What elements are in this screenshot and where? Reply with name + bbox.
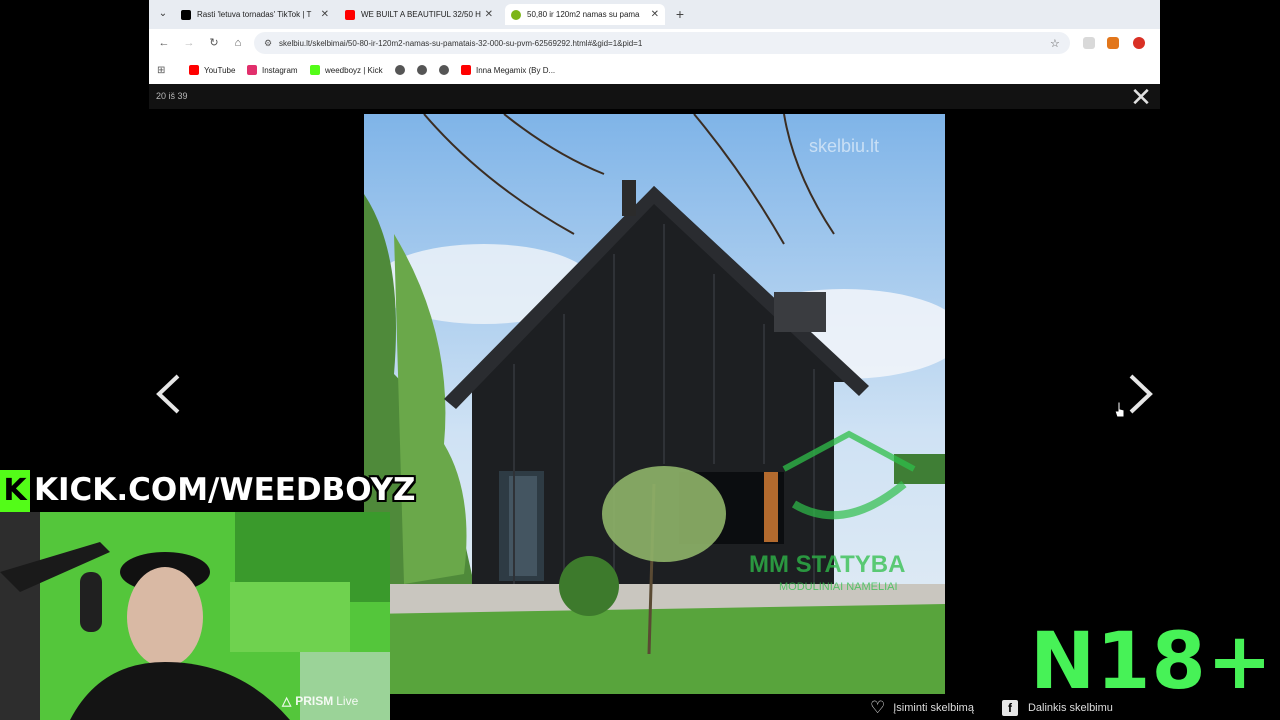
webcam-overlay [0, 512, 390, 720]
watermark-text: skelbiu.lt [809, 136, 879, 156]
gallery-photo: skelbiu.lt MM STATYBA MODULINIAI NAMELIA… [364, 114, 945, 694]
brand-watermark: MM STATYBA [749, 551, 905, 578]
kick-url: KICK.COM/WEEDBOYZ [34, 472, 416, 508]
bookmark-label: Instagram [262, 65, 298, 75]
globe-icon [395, 65, 405, 75]
facebook-icon: f [1001, 700, 1018, 716]
tab-youtube[interactable]: WE BUILT A BEAUTIFUL 32/50 H ✕ [339, 4, 499, 25]
tab-title: WE BUILT A BEAUTIFUL 32/50 H [361, 10, 481, 19]
image-counter: 20 iš 39 [156, 91, 188, 101]
close-tab-icon[interactable]: ✕ [321, 9, 329, 20]
instagram-icon [247, 65, 257, 75]
save-listing-label: Įsiminti skelbimą [893, 702, 974, 714]
next-arrow-icon[interactable] [1126, 372, 1156, 416]
globe-icon [439, 65, 449, 75]
bookmark-globe-1[interactable] [395, 64, 410, 76]
tab-tiktok[interactable]: Rasti 'letuva tornadas' TikTok | T ✕ [175, 4, 335, 25]
bookmark-star-icon[interactable]: ☆ [1050, 37, 1064, 50]
share-listing-label: Dalinkis skelbimu [1027, 702, 1113, 714]
bookmark-globe-3[interactable] [439, 64, 454, 76]
house-photo: skelbiu.lt MM STATYBA MODULINIAI NAMELIA… [364, 114, 945, 694]
globe-icon [417, 65, 427, 75]
tab-title: 50,80 ir 120m2 namas su pama [527, 10, 640, 19]
gallery-topbar: 20 iš 39 ✕ [149, 84, 1160, 110]
youtube-icon [189, 65, 199, 75]
kick-icon [310, 65, 320, 75]
home-icon[interactable]: ⌂ [230, 35, 246, 51]
prism-live: Live [336, 694, 359, 708]
bookmark-instagram[interactable]: Instagram [247, 64, 298, 76]
tab-title: Rasti 'letuva tornadas' TikTok | T [197, 10, 312, 19]
tiktok-icon [181, 9, 191, 20]
tab-strip: ⌄ Rasti 'letuva tornadas' TikTok | T ✕ W… [149, 0, 1160, 29]
prism-triangle-icon: △ [282, 694, 292, 708]
gallery-actions: ♡ Įsiminti skelbimą f Dalinkis skelbimu [870, 696, 1141, 720]
prism-brand: PRISM [295, 694, 334, 708]
back-icon[interactable]: ← [156, 35, 172, 51]
bookmark-inna[interactable]: Inna Megamix (By D... [461, 64, 555, 76]
apps-grid-icon[interactable]: ⊞ [157, 64, 165, 76]
address-bar[interactable]: ⚙ skelbiu.lt/skelbimai/50-80-ir-120m2-na… [254, 32, 1070, 54]
mouse-cursor-icon [1115, 402, 1125, 418]
reload-icon[interactable]: ↻ [206, 35, 222, 51]
share-listing-button[interactable]: f Dalinkis skelbimu [1001, 700, 1113, 716]
heart-icon: ♡ [870, 698, 886, 717]
bookmarks-bar: ⊞ YouTube Instagram weedboyz | Kick Inna… [149, 58, 1160, 82]
previous-arrow-icon[interactable] [153, 372, 183, 416]
youtube-icon [345, 9, 355, 20]
browser-window: ⌄ Rasti 'letuva tornadas' TikTok | T ✕ W… [149, 0, 1160, 84]
brand-sub-watermark: MODULINIAI NAMELIAI [779, 581, 898, 593]
tab-search-button[interactable]: ⌄ [155, 6, 171, 22]
close-tab-icon[interactable]: ✕ [651, 9, 659, 20]
kick-banner: K KICK.COM/WEEDBOYZ [0, 470, 415, 512]
close-icon[interactable]: ✕ [1129, 84, 1153, 110]
bookmark-label: weedboyz | Kick [325, 65, 383, 75]
url-text: skelbiu.lt/skelbimai/50-80-ir-120m2-nama… [279, 38, 643, 48]
bookmark-label: Inna Megamix (By D... [476, 65, 556, 75]
prism-live-watermark: △ PRISM Live [282, 694, 358, 708]
skelbiu-icon [511, 9, 521, 20]
youtube-icon [461, 65, 471, 75]
site-info-icon[interactable]: ⚙ [262, 37, 274, 49]
bookmark-youtube[interactable]: YouTube [189, 64, 235, 76]
close-tab-icon[interactable]: ✕ [485, 9, 493, 20]
extension-icon[interactable] [1083, 37, 1095, 49]
kick-logo: K [0, 470, 30, 512]
webcam-feed [0, 512, 390, 720]
tab-skelbiu[interactable]: 50,80 ir 120m2 namas su pama ✕ [505, 4, 665, 25]
forward-icon[interactable]: → [181, 35, 197, 51]
bookmark-label: YouTube [204, 65, 236, 75]
new-tab-button[interactable]: + [671, 6, 689, 24]
save-listing-button[interactable]: ♡ Įsiminti skelbimą [870, 698, 974, 718]
browser-toolbar: ← → ↻ ⌂ ⚙ skelbiu.lt/skelbimai/50-80-ir-… [149, 29, 1160, 58]
bookmark-globe-2[interactable] [417, 64, 432, 76]
bookmark-kick[interactable]: weedboyz | Kick [310, 64, 383, 76]
age-badge: N18+ [1030, 617, 1274, 707]
metamask-icon[interactable] [1107, 37, 1119, 49]
extension-badge-icon[interactable] [1133, 37, 1145, 49]
